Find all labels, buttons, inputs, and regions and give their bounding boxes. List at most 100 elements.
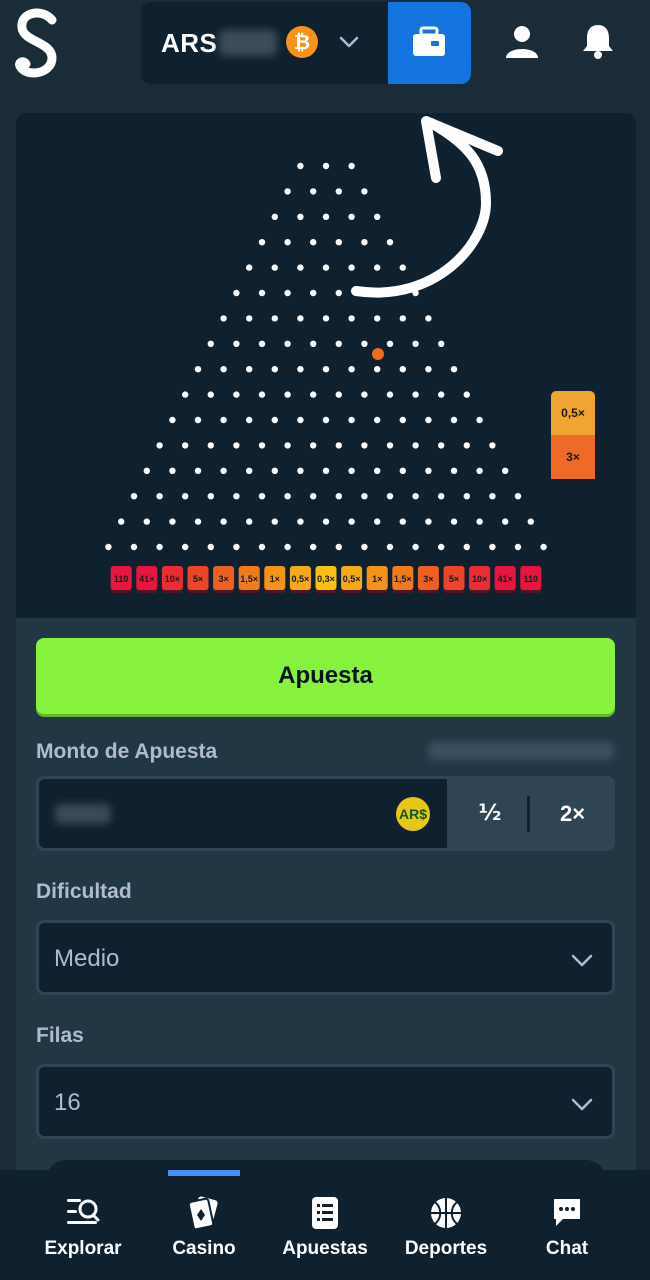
peg [463, 442, 470, 449]
bitcoin-icon: ₿ [286, 26, 318, 58]
peg [310, 239, 317, 246]
peg [412, 442, 419, 449]
difficulty-select[interactable]: Medio [36, 920, 615, 995]
peg [284, 340, 291, 347]
rows-select[interactable]: 16 [36, 1064, 615, 1139]
basketball-icon [431, 1198, 461, 1228]
peg [271, 264, 278, 271]
peg [310, 493, 317, 500]
peg [476, 467, 483, 474]
nav-chat[interactable]: Chat [502, 1170, 632, 1280]
peg [450, 467, 458, 474]
peg [271, 366, 278, 373]
top-header: ARS ₿ [0, 0, 650, 95]
peg [182, 391, 189, 398]
peg [348, 162, 355, 170]
peg [361, 340, 368, 347]
peg [258, 391, 266, 398]
nav-label: Chat [545, 1238, 589, 1259]
rows-label: Filas [36, 1024, 84, 1047]
bet-button[interactable]: Apuesta [36, 638, 615, 714]
plinko-board: 110 41× 10× 5× 3× 1,5× 1× 0,5× 0,3× 0,5× 1× 1,5× 3× 5… [16, 113, 636, 618]
peg [399, 416, 406, 424]
multiplier-label: 5× [449, 574, 459, 584]
nav-casino[interactable]: Casino [139, 1170, 269, 1280]
multiplier-bucket: 5× [443, 566, 465, 593]
peg [374, 467, 381, 474]
peg [438, 543, 445, 551]
peg [246, 315, 253, 322]
peg [271, 213, 278, 220]
user-icon[interactable] [504, 24, 540, 60]
peg [271, 467, 278, 474]
nav-explorar[interactable]: Explorar [18, 1170, 148, 1280]
multiplier-bucket: 0,3× [315, 566, 337, 593]
plinko-ball [372, 348, 384, 360]
peg [118, 518, 125, 525]
double-amount-button[interactable]: 2× [530, 776, 615, 851]
difficulty-value: Medio [54, 945, 120, 972]
peg [335, 188, 342, 195]
peg [322, 264, 330, 271]
peg [502, 467, 509, 474]
amount-group: AR$ ½ 2× [36, 776, 615, 851]
wallet-icon [413, 26, 445, 56]
peg [246, 416, 253, 424]
peg [476, 416, 483, 424]
peg [194, 366, 202, 373]
multiplier-bucket: 110 [520, 566, 542, 593]
rows-value: 16 [54, 1089, 81, 1116]
peg [374, 213, 381, 220]
peg [233, 289, 240, 297]
history-item: 3× [551, 435, 595, 479]
peg [233, 340, 240, 347]
multiplier-bucket: 0,5× [341, 566, 363, 593]
peg [322, 213, 330, 220]
multiplier-bucket: 1,5× [238, 566, 260, 593]
peg [258, 289, 266, 297]
bell-icon[interactable] [580, 22, 616, 60]
peg [489, 543, 496, 551]
peg [258, 239, 266, 246]
nav-apuestas[interactable]: Apuestas [260, 1170, 390, 1280]
multiplier-label: 0,3× [317, 574, 335, 584]
peg [258, 340, 266, 347]
peg [335, 239, 342, 246]
peg [297, 416, 304, 424]
plinko-pegs: 110 41× 10× 5× 3× 1,5× 1× 0,5× 0,3× 0,5× 1× 1,5× 3× 5… [105, 116, 547, 593]
peg [438, 391, 445, 398]
history-stack: 0,5× 3× [551, 391, 595, 479]
bet-amount-input[interactable]: AR$ [39, 779, 447, 848]
multiplier-label: 3× [423, 574, 433, 584]
peg [386, 391, 394, 398]
wallet-button[interactable] [388, 2, 471, 84]
peg [310, 543, 317, 551]
peg [297, 366, 304, 373]
peg [463, 391, 470, 398]
chevron-down-icon[interactable] [337, 30, 361, 54]
peg [335, 543, 342, 551]
bet-controls: Apuesta Monto de Apuesta AR$ ½ 2× Dificu… [16, 618, 636, 1200]
half-amount-button[interactable]: ½ [450, 776, 530, 851]
peg [374, 315, 381, 322]
multiplier-bucket: 1× [264, 566, 286, 593]
multiplier-label: 41× [498, 574, 513, 584]
multiplier-label: 0,5× [292, 574, 310, 584]
peg [374, 264, 381, 271]
peg [412, 340, 419, 347]
peg [514, 493, 522, 500]
multiplier-label: 3× [218, 574, 228, 584]
peg [386, 340, 394, 347]
stake-logo-icon[interactable] [12, 8, 64, 80]
wallet-selector[interactable]: ARS ₿ [141, 2, 471, 84]
peg [246, 518, 253, 525]
nav-deportes[interactable]: Deportes [381, 1170, 511, 1280]
browse-icon [67, 1199, 100, 1224]
peg [438, 493, 445, 500]
peg [130, 543, 138, 551]
multiplier-bucket: 0,5× [289, 566, 311, 593]
cards-icon [187, 1196, 218, 1230]
peg [463, 543, 470, 551]
multiplier-bucket: 10× [161, 566, 183, 593]
multiplier-bucket: 1× [366, 566, 388, 593]
